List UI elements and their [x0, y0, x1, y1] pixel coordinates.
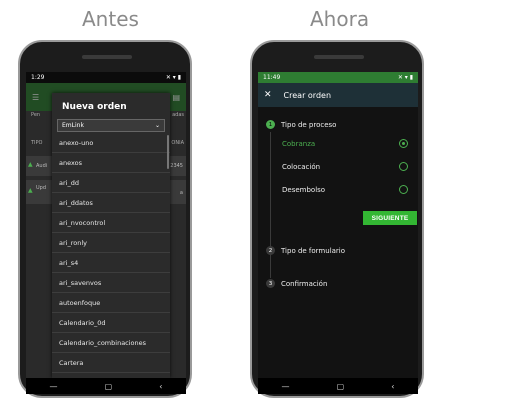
document-icon[interactable]: ▤ [172, 93, 180, 102]
step-label: Tipo de proceso [281, 120, 337, 129]
option-colocacion[interactable]: Colocación [282, 162, 408, 171]
back-icon[interactable]: ‹ [391, 382, 394, 391]
list-item[interactable]: anexo-uno [52, 133, 170, 153]
close-icon[interactable]: ✕ [264, 90, 272, 100]
status-time: 1:29 [31, 74, 45, 81]
tree-icon: ▲ [28, 161, 33, 168]
step-label: Confirmación [281, 279, 328, 288]
phone-speaker [314, 55, 364, 59]
app-toolbar: ✕ Crear orden [258, 83, 418, 107]
phone-after: 11:49 ✕ ▾ ▮ ✕ Crear orden 1 Tipo de proc… [250, 40, 424, 398]
new-order-dialog: Nueva orden EmLink ⌄ anexo-uno anexos ar… [52, 93, 170, 378]
home-icon[interactable]: ▢ [337, 382, 345, 391]
recents-icon[interactable]: — [50, 382, 58, 391]
menu-icon[interactable]: ☰ [32, 93, 39, 102]
bg-header-left: TIPO [31, 140, 43, 146]
step-number: 3 [266, 279, 275, 288]
step-number: 1 [266, 120, 275, 129]
select-value: EmLink [62, 122, 84, 129]
bg-tab-left: Pen [31, 112, 41, 118]
row-text: Upd [36, 185, 47, 191]
status-icons: ✕ ▾ ▮ [165, 74, 181, 81]
screen-after: 11:49 ✕ ▾ ▮ ✕ Crear orden 1 Tipo de proc… [258, 72, 418, 394]
status-icons: ✕ ▾ ▮ [397, 74, 413, 81]
option-label: Colocación [282, 162, 321, 171]
form-options-list: anexo-uno anexos ari_dd ari_ddatos ari_n… [52, 133, 170, 373]
list-item[interactable]: ari_s4 [52, 253, 170, 273]
option-desembolso[interactable]: Desembolso [282, 185, 408, 194]
row-text: Audi [36, 163, 48, 169]
dialog-title: Nueva orden [62, 102, 127, 112]
step-1[interactable]: 1 Tipo de proceso [266, 120, 336, 129]
row-number: a [179, 190, 183, 196]
comparison-canvas: Antes Ahora 1:29 ✕ ▾ ▮ ☰ ▤ Pen adas TIPO… [0, 0, 523, 406]
toolbar-title: Crear orden [283, 90, 332, 100]
next-button[interactable]: SIGUIENTE [363, 211, 417, 225]
list-item[interactable]: autoenfoque [52, 293, 170, 313]
form-select[interactable]: EmLink ⌄ [57, 119, 165, 132]
recents-icon[interactable]: — [282, 382, 290, 391]
status-bar: 11:49 ✕ ▾ ▮ [258, 72, 418, 83]
screen-before: 1:29 ✕ ▾ ▮ ☰ ▤ Pen adas TIPO ONIA ▲ Audi… [26, 72, 186, 394]
list-item[interactable]: ari_dd [52, 173, 170, 193]
option-label: Cobranza [282, 139, 316, 148]
step-label: Tipo de formulario [281, 246, 346, 255]
tree-icon: ▲ [28, 187, 33, 194]
list-item[interactable]: ari_ddatos [52, 193, 170, 213]
bg-header-right: ONIA [171, 140, 184, 146]
chevron-down-icon: ⌄ [154, 122, 160, 129]
android-nav-bar: — ▢ ‹ [26, 378, 186, 394]
row-number: 2345 [170, 163, 183, 169]
android-nav-bar: — ▢ ‹ [258, 378, 418, 394]
status-time: 11:49 [263, 74, 281, 81]
status-bar: 1:29 ✕ ▾ ▮ [26, 72, 186, 83]
list-item[interactable]: anexos [52, 153, 170, 173]
list-item[interactable]: Calendario_combinaciones [52, 333, 170, 353]
step-number: 2 [266, 246, 275, 255]
list-item[interactable]: Calendario_0d [52, 313, 170, 333]
radio-button[interactable] [399, 162, 408, 171]
list-item[interactable]: ari_nvocontrol [52, 213, 170, 233]
option-cobranza[interactable]: Cobranza [282, 139, 408, 148]
stepper-line [270, 258, 271, 278]
phone-speaker [82, 55, 132, 59]
step-2[interactable]: 2 Tipo de formulario [266, 246, 345, 255]
phone-before: 1:29 ✕ ▾ ▮ ☰ ▤ Pen adas TIPO ONIA ▲ Audi… [18, 40, 192, 398]
home-icon[interactable]: ▢ [105, 382, 113, 391]
after-caption: Ahora [310, 7, 370, 31]
back-icon[interactable]: ‹ [159, 382, 162, 391]
radio-button[interactable] [399, 185, 408, 194]
list-item[interactable]: Cartera [52, 353, 170, 373]
step-3[interactable]: 3 Confirmación [266, 279, 327, 288]
radio-button[interactable] [399, 139, 408, 148]
list-scrollbar[interactable] [167, 135, 169, 169]
before-caption: Antes [82, 7, 139, 31]
option-label: Desembolso [282, 185, 326, 194]
list-item[interactable]: ari_ronly [52, 233, 170, 253]
bg-tab-right: adas [172, 112, 184, 118]
list-item[interactable]: ari_savenvos [52, 273, 170, 293]
